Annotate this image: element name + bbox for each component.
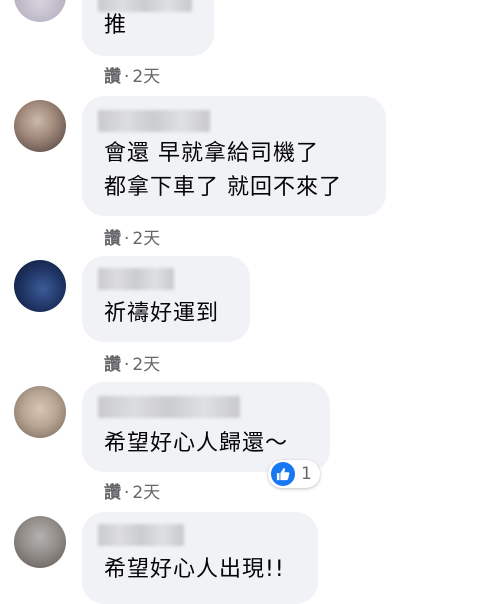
comment-text: 祈禱好運到	[104, 301, 220, 326]
reaction-badge[interactable]: 1	[268, 460, 320, 488]
comment-text: 希望好心人歸還～	[104, 431, 289, 456]
commenter-name[interactable]	[98, 396, 240, 418]
timestamp[interactable]: 2天	[132, 229, 160, 249]
like-button[interactable]: 讚	[104, 483, 121, 503]
separator-dot: ·	[124, 229, 130, 249]
comment-meta: 讚 · 2天	[104, 478, 160, 503]
timestamp[interactable]: 2天	[132, 355, 160, 375]
comment-text: 都拿下車了 就回不來了	[104, 175, 342, 200]
reaction-count: 1	[301, 464, 312, 484]
commenter-avatar[interactable]	[14, 100, 66, 152]
separator-dot: ·	[124, 483, 130, 503]
comment-text: 推	[104, 13, 128, 38]
timestamp[interactable]: 2天	[132, 483, 160, 503]
like-button[interactable]: 讚	[104, 67, 121, 87]
commenter-name[interactable]	[98, 524, 184, 546]
comment-meta: 讚 · 2天	[104, 350, 160, 375]
comment-meta: 讚 · 2天	[104, 224, 160, 249]
separator-dot: ·	[124, 67, 130, 87]
commenter-avatar[interactable]	[14, 0, 66, 22]
comment-text: 會還 早就拿給司機了	[104, 141, 319, 166]
like-button[interactable]: 讚	[104, 229, 121, 249]
commenter-avatar[interactable]	[14, 516, 66, 568]
like-icon	[271, 462, 295, 486]
commenter-avatar[interactable]	[14, 260, 66, 312]
like-button[interactable]: 讚	[104, 355, 121, 375]
commenter-name[interactable]	[98, 268, 174, 290]
comment-text: 希望好心人出現!!	[104, 557, 285, 582]
commenter-name[interactable]	[98, 110, 210, 132]
comment-meta: 讚 · 2天	[104, 62, 160, 87]
timestamp[interactable]: 2天	[132, 67, 160, 87]
separator-dot: ·	[124, 355, 130, 375]
commenter-avatar[interactable]	[14, 386, 66, 438]
